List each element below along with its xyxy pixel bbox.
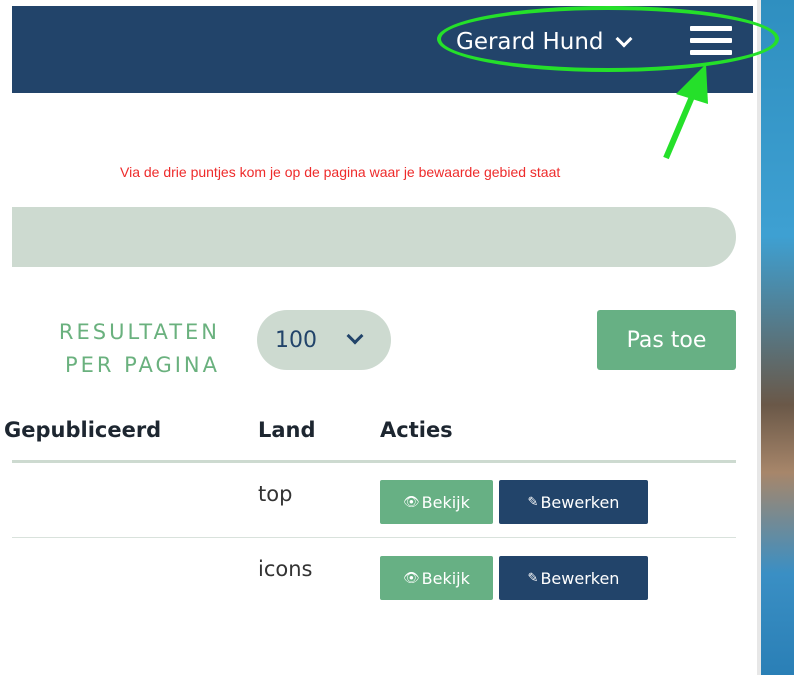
view-button[interactable]: 👁 Bekijk bbox=[380, 480, 493, 524]
eye-icon: 👁 bbox=[403, 494, 420, 510]
table-row-divider bbox=[12, 537, 736, 538]
results-per-page-value: 100 bbox=[275, 327, 317, 353]
page: Gerard Hund Via de drie puntjes kom je o… bbox=[4, 0, 753, 675]
results-per-page-select[interactable]: 100 bbox=[257, 310, 391, 370]
table-cell-land: top bbox=[258, 482, 293, 506]
chevron-down-icon bbox=[615, 30, 633, 48]
column-header-land[interactable]: Land bbox=[258, 418, 316, 442]
background-photo bbox=[757, 0, 794, 675]
user-menu[interactable]: Gerard Hund bbox=[456, 22, 633, 62]
view-button[interactable]: 👁 Bekijk bbox=[380, 556, 493, 600]
eye-icon: 👁 bbox=[403, 570, 420, 586]
chevron-down-icon bbox=[346, 327, 364, 345]
annotation-text: Via de drie puntjes kom je op de pagina … bbox=[120, 164, 561, 180]
apply-button[interactable]: Pas toe bbox=[597, 310, 736, 370]
search-bar[interactable] bbox=[12, 207, 736, 267]
hamburger-menu-icon[interactable] bbox=[690, 26, 732, 56]
top-navbar: Gerard Hund bbox=[12, 0, 753, 93]
column-header-published[interactable]: Gepubliceerd bbox=[4, 418, 161, 442]
user-name: Gerard Hund bbox=[456, 29, 604, 55]
table-header-divider bbox=[12, 460, 736, 463]
edit-button[interactable]: ✎ Bewerken bbox=[499, 480, 648, 524]
column-header-actions: Acties bbox=[380, 418, 453, 442]
edit-icon: ✎ bbox=[527, 570, 539, 586]
edit-icon: ✎ bbox=[527, 494, 539, 510]
edit-button[interactable]: ✎ Bewerken bbox=[499, 556, 648, 600]
results-per-page-label: RESULTATEN PER PAGINA bbox=[58, 320, 220, 377]
table-cell-land: icons bbox=[258, 557, 313, 581]
